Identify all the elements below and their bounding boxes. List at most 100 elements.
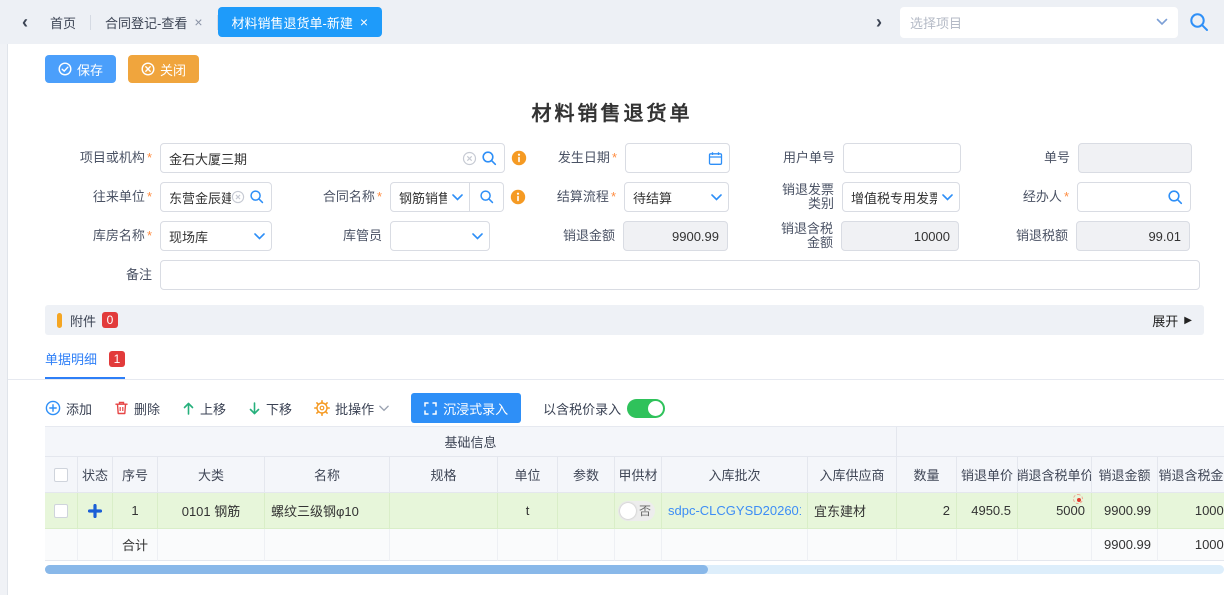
occur-date-field[interactable] [625,143,730,173]
tax-entry-toggle[interactable] [627,399,665,418]
row-param[interactable] [558,493,615,529]
row-qty[interactable]: 2 [897,493,957,529]
tab-home[interactable]: 首页 [36,7,90,37]
handler-field[interactable] [1077,182,1191,212]
search-icon[interactable] [481,150,498,167]
scrollbar-thumb[interactable] [45,565,708,574]
contract-search-button[interactable] [470,182,504,212]
global-search-icon[interactable] [1188,11,1210,33]
table-row[interactable]: 1 0101 钢筋 螺纹三级钢φ10 t 否 sdpc-CLCGYSD20260… [45,493,1224,529]
col-owner-supplied: 甲供材 [615,457,662,493]
attachment-section-bar[interactable]: 附件 0 展开 ▶ [45,305,1204,335]
keeper-label: 库管员 [272,229,390,243]
keeper-select[interactable] [390,221,490,251]
doc-no-label: 单号 [961,151,1078,165]
clear-icon[interactable] [462,151,477,166]
clear-icon[interactable] [231,190,245,204]
immersive-entry-button[interactable]: 沉浸式录入 [411,393,521,423]
invoice-type-label: 销退发票类别 [729,183,842,211]
expand-button[interactable]: 展开 ▶ [1152,311,1192,330]
project-input[interactable] [169,151,496,166]
batch-link[interactable]: sdpc-CLCGYSD2026010 [668,503,801,518]
row-spec[interactable] [390,493,498,529]
warehouse-select[interactable]: 现场库 [160,221,272,251]
collapsed-sidebar-strip [0,44,8,595]
select-all-checkbox[interactable] [54,468,68,482]
move-down-button[interactable]: 下移 [248,399,292,418]
project-field[interactable] [160,143,505,173]
tab-close-icon[interactable]: × [360,14,368,30]
invoice-type-value: 增值税专用发票 [851,188,937,207]
search-icon[interactable] [1167,189,1184,206]
col-supplier: 入库供应商 [808,457,897,493]
contract-select[interactable]: 钢筋销售 [390,182,470,212]
col-name: 名称 [265,457,390,493]
col-unit: 单位 [498,457,558,493]
tabs-back-icon[interactable]: ‹ [14,12,36,33]
tab-detail-lines[interactable]: 单据明细 1 [45,349,125,379]
detail-toolbar: 添加 删除 上移 下移 批操作 沉浸式录入 以含税价录入 [0,380,1224,424]
tab-material-return-new[interactable]: 材料销售退货单-新建 × [218,7,383,37]
add-row-button[interactable]: 添加 [45,399,92,418]
arrow-up-icon [182,401,195,416]
owner-supplied-value: 否 [639,502,651,519]
edited-cell-marker-icon [1073,494,1083,504]
chevron-down-icon [711,194,722,201]
immersive-entry-label: 沉浸式录入 [443,399,508,418]
settle-flow-select[interactable]: 待结算 [624,182,729,212]
play-right-icon: ▶ [1184,315,1192,326]
owner-supplied-toggle[interactable]: 否 [618,501,655,521]
info-icon[interactable] [511,150,527,166]
settle-flow-value: 待结算 [633,188,672,207]
row-price[interactable]: 4950.5 [957,493,1018,529]
tab-contract-view[interactable]: 合同登记-查看 × [91,7,217,37]
header-form: 项目或机构* 发生日期* 用户单号 单号 往来单位* [0,142,1224,291]
chevron-down-icon [379,405,389,412]
calendar-icon[interactable] [708,151,723,166]
row-name[interactable]: 螺纹三级钢φ10 [265,493,390,529]
delete-row-label: 删除 [134,399,160,418]
info-icon[interactable] [510,189,526,205]
row-unit: t [498,493,558,529]
expand-label: 展开 [1152,311,1178,330]
delete-row-button[interactable]: 删除 [114,399,160,418]
contract-label: 合同名称* [272,190,390,204]
user-no-input[interactable] [852,151,952,166]
table-group-header: 基础信息 [45,427,1224,457]
row-checkbox[interactable] [54,504,68,518]
col-seq: 序号 [113,457,158,493]
row-amount-tax: 10000 [1158,493,1224,529]
move-up-button[interactable]: 上移 [182,399,226,418]
col-category: 大类 [158,457,265,493]
search-icon[interactable] [249,189,265,205]
table-horizontal-scrollbar[interactable] [45,565,1224,574]
counterparty-label: 往来单位* [45,190,160,204]
remark-field[interactable] [160,260,1200,290]
row-category[interactable]: 0101 钢筋 [158,493,265,529]
chevron-down-icon [472,233,483,240]
amount-input [632,229,719,244]
row-price-tax[interactable]: 5000 [1018,493,1092,529]
counterparty-field[interactable] [160,182,272,212]
chevron-down-icon [254,233,265,240]
warehouse-value: 现场库 [169,227,208,246]
row-status-cell[interactable] [78,493,113,529]
close-button-label: 关闭 [160,60,186,79]
invoice-type-select[interactable]: 增值税专用发票 [842,182,960,212]
save-button-label: 保存 [77,60,103,79]
project-select[interactable]: 选择项目 [900,7,1178,38]
move-up-label: 上移 [200,399,226,418]
col-price: 销退单价 [957,457,1018,493]
tabs-forward-icon[interactable]: › [868,12,890,33]
remark-input[interactable] [169,268,1191,283]
tab-contract-view-label: 合同登记-查看 [105,13,187,32]
x-circle-icon [141,62,155,76]
tab-home-label: 首页 [50,13,76,32]
row-amount: 9900.99 [1092,493,1158,529]
amount-tax-label: 销退含税金额 [728,222,841,250]
user-no-field[interactable] [843,143,961,173]
batch-ops-button[interactable]: 批操作 [314,399,389,418]
save-button[interactable]: 保存 [45,55,116,83]
tab-close-icon[interactable]: × [194,14,202,30]
close-button[interactable]: 关闭 [128,55,199,83]
